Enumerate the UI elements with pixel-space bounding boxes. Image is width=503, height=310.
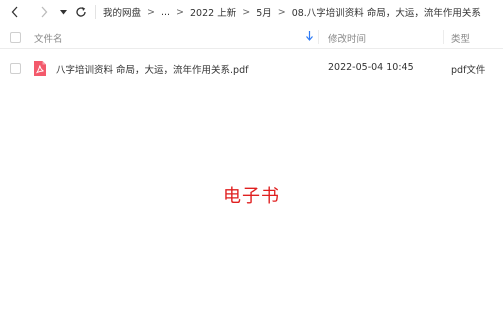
refresh-button[interactable]: [73, 2, 89, 22]
column-header-modified[interactable]: 修改时间: [328, 31, 366, 45]
breadcrumb-separator: >: [176, 6, 185, 18]
breadcrumb-item-current[interactable]: 08.八字培训资料 命局，大运，流年作用关系: [292, 5, 481, 19]
column-divider[interactable]: [443, 30, 444, 44]
sort-down-arrow-icon[interactable]: [306, 31, 313, 44]
breadcrumb-separator: >: [277, 6, 286, 18]
file-list-header: 文件名 修改时间 类型: [0, 27, 503, 49]
breadcrumb-item-ellipsis[interactable]: ...: [161, 7, 170, 18]
breadcrumb-item-root[interactable]: 我的网盘: [103, 5, 141, 19]
column-header-name[interactable]: 文件名: [34, 31, 63, 45]
chevron-right-icon: [41, 6, 48, 18]
ebook-overlay-label: 电子书: [223, 186, 280, 207]
breadcrumb-separator: >: [242, 6, 251, 18]
column-header-type[interactable]: 类型: [451, 31, 470, 45]
back-button[interactable]: [7, 2, 23, 22]
chevron-left-icon: [11, 6, 18, 18]
file-name[interactable]: 八字培训资料 命局，大运，流年作用关系.pdf: [56, 62, 248, 76]
pdf-file-icon: [33, 60, 47, 80]
toolbar-divider: [95, 5, 96, 19]
file-modified-time: 2022-05-04 10:45: [328, 62, 414, 73]
breadcrumb-item-may[interactable]: 5月: [256, 5, 272, 19]
caret-down-icon: [59, 9, 67, 14]
breadcrumb-separator: >: [147, 6, 155, 18]
navigation-toolbar: 我的网盘 > ... > 2022 上新 > 5月 > 08.八字培训资料 命局…: [0, 0, 503, 24]
breadcrumb: 我的网盘 > ... > 2022 上新 > 5月 > 08.八字培训资料 命局…: [103, 5, 481, 20]
breadcrumb-item-2022[interactable]: 2022 上新: [190, 5, 236, 19]
history-dropdown-button[interactable]: [58, 2, 68, 22]
file-type: pdf文件: [451, 65, 486, 76]
row-checkbox[interactable]: [10, 63, 21, 74]
column-divider[interactable]: [318, 30, 319, 44]
refresh-icon: [76, 7, 86, 17]
forward-button[interactable]: [36, 2, 52, 22]
select-all-checkbox[interactable]: [10, 32, 21, 43]
file-row[interactable]: 八字培训资料 命局，大运，流年作用关系.pdf 2022-05-04 10:45…: [0, 57, 503, 81]
